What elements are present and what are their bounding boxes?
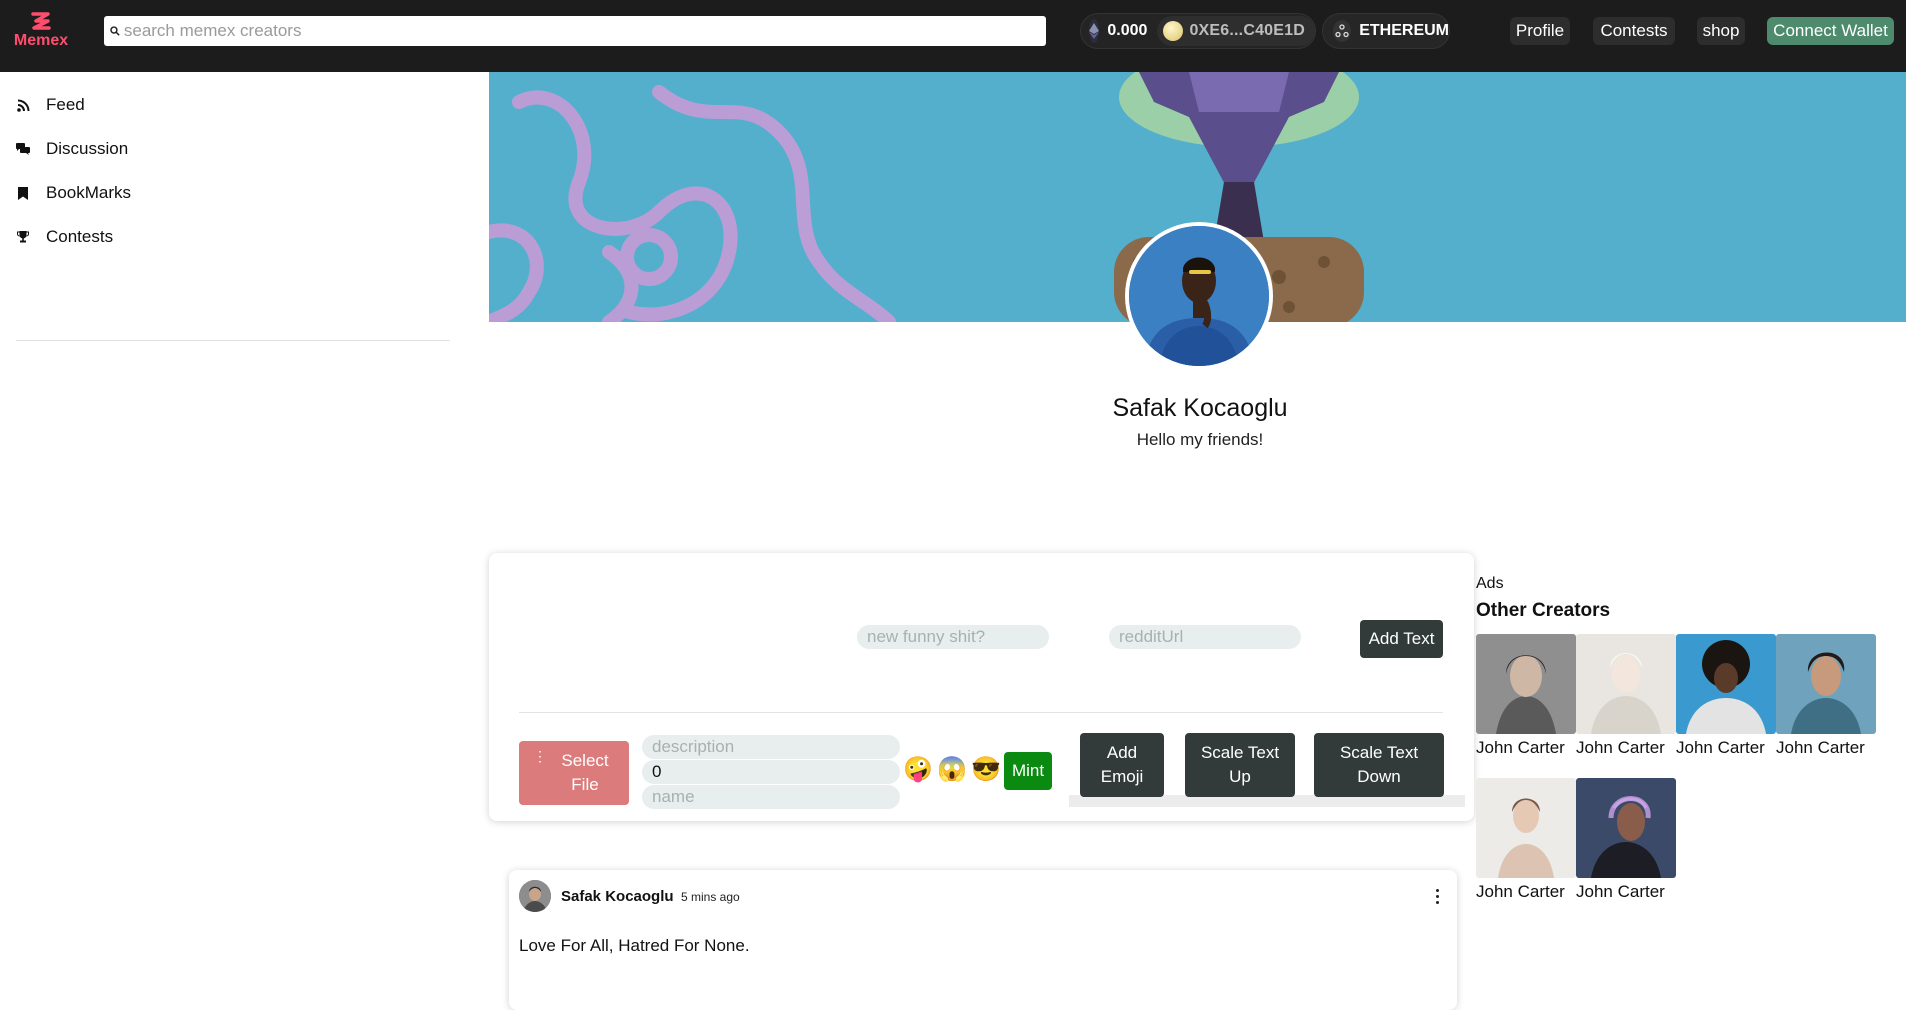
mint-button[interactable]: Mint (1004, 752, 1052, 790)
creator-avatar (1776, 634, 1876, 734)
zany-face-emoji-button[interactable]: 🤪 (903, 755, 933, 785)
profile-nav-button[interactable]: Profile (1510, 17, 1570, 45)
network-icon (1333, 20, 1352, 42)
creator-name: John Carter (1476, 738, 1565, 757)
top-navbar: Memex 0.000 0XE6...C40E1D ETHEREUM Profi… (0, 0, 1906, 72)
scale-text-down-button[interactable]: Scale Text Down (1314, 733, 1444, 797)
creator-avatar (1476, 778, 1576, 878)
more-vertical-icon[interactable] (1431, 884, 1443, 908)
reddit-url-input[interactable] (1109, 625, 1301, 649)
creator-avatar (1576, 634, 1676, 734)
creator-name: John Carter (1676, 738, 1765, 757)
add-text-button[interactable]: Add Text (1360, 620, 1443, 658)
scale-text-up-button[interactable]: Scale Text Up (1185, 733, 1295, 797)
creator-avatar (1576, 778, 1676, 878)
shop-nav-button[interactable]: shop (1697, 17, 1745, 45)
sidebar-item-bookmarks[interactable]: BookMarks (16, 181, 131, 205)
creator-name: John Carter (1576, 738, 1665, 757)
more-vertical-icon: ⋮ (533, 748, 547, 764)
profile-bio: Hello my friends! (1136, 430, 1264, 449)
connect-wallet-button[interactable]: Connect Wallet (1767, 17, 1894, 45)
brand-name: Memex (13, 32, 69, 49)
description-input[interactable] (642, 735, 900, 759)
sidebar-item-label: BookMarks (46, 183, 132, 202)
memex-logo[interactable]: Memex (12, 12, 70, 60)
creator-card[interactable]: John Carter (1576, 634, 1676, 758)
network-label: ETHEREUM (1359, 22, 1449, 39)
name-input[interactable] (642, 785, 900, 809)
ads-label: Ads (1476, 575, 1504, 592)
wallet-balance: 0.000 (1107, 22, 1148, 39)
screaming-face-emoji-button[interactable]: 😱 (937, 755, 967, 785)
add-emoji-button[interactable]: Add Emoji (1080, 733, 1164, 797)
creator-card[interactable]: John Carter (1676, 634, 1776, 758)
trophy-icon (16, 230, 30, 244)
profile-name: Safak Kocaoglu (1112, 394, 1288, 422)
creator-card[interactable]: John Carter (1476, 778, 1576, 902)
post-author-name[interactable]: Safak Kocaoglu (561, 888, 674, 905)
post-timestamp: 5 mins ago (681, 890, 740, 904)
post-author-avatar[interactable] (519, 880, 551, 912)
creator-name: John Carter (1776, 738, 1865, 757)
sidebar-item-contests[interactable]: Contests (16, 225, 113, 249)
creator-name: John Carter (1476, 882, 1565, 901)
profile-avatar[interactable] (1125, 222, 1273, 370)
network-selector[interactable]: ETHEREUM (1322, 13, 1450, 49)
search-input[interactable] (123, 21, 1046, 41)
bookmark-icon (16, 186, 30, 200)
sunglasses-face-emoji-button[interactable]: 😎 (971, 755, 1001, 785)
wallet-address-pill[interactable]: 0XE6...C40E1D (1157, 16, 1315, 46)
contests-nav-button[interactable]: Contests (1593, 17, 1675, 45)
sidebar-item-feed[interactable]: Feed (16, 93, 85, 117)
sidebar-divider (16, 340, 450, 341)
other-creators-title: Other Creators (1476, 600, 1611, 621)
wallet-balance-pill[interactable]: 0.000 0XE6...C40E1D (1080, 13, 1316, 49)
sidebar-item-discussion[interactable]: Discussion (16, 137, 128, 161)
sidebar-item-label: Feed (46, 95, 85, 114)
post-text: Love For All, Hatred For None. (519, 936, 750, 955)
ethereum-icon (1089, 19, 1100, 43)
select-file-label: Select File (561, 751, 609, 794)
select-file-button[interactable]: ⋮ Select File (519, 741, 629, 805)
memex-logo-icon (31, 12, 51, 30)
sidebar-item-label: Contests (46, 227, 114, 246)
sidebar-item-label: Discussion (46, 139, 129, 158)
meme-text-input[interactable] (857, 625, 1049, 649)
rss-icon (16, 98, 30, 112)
chat-bubbles-icon (16, 142, 30, 156)
creator-card[interactable]: John Carter (1476, 634, 1576, 758)
feed-post-card: Safak Kocaoglu 5 mins ago Love For All, … (509, 870, 1457, 1010)
creator-avatar (1476, 634, 1576, 734)
creator-avatar (1676, 634, 1776, 734)
wallet-address: 0XE6...C40E1D (1189, 22, 1305, 39)
search-icon (110, 26, 120, 36)
creator-name: John Carter (1576, 882, 1665, 901)
creator-card[interactable]: John Carter (1576, 778, 1676, 902)
amount-input[interactable] (642, 760, 900, 784)
meme-composer-card: Add Text ⋮ Select File 🤪 😱 😎 Mint Add Em… (489, 553, 1474, 821)
search-bar (104, 16, 1046, 46)
composer-divider (519, 712, 1443, 713)
account-avatar-icon (1163, 21, 1184, 41)
creator-card[interactable]: John Carter (1776, 634, 1876, 758)
